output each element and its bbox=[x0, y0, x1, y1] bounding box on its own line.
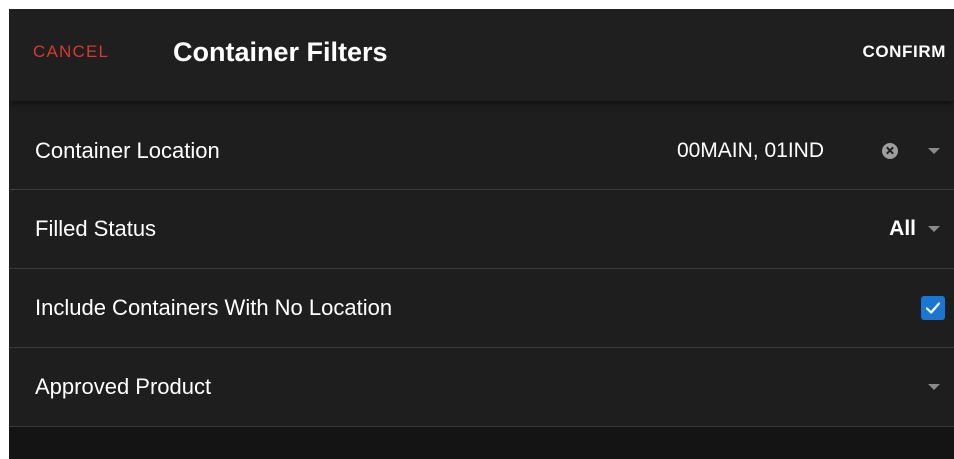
dialog-title: Container Filters bbox=[173, 37, 388, 67]
filled-status-value[interactable]: All bbox=[889, 217, 916, 241]
include-no-location-label: Include Containers With No Location bbox=[35, 295, 393, 320]
filter-row-container-location[interactable]: Container Location 00MAIN, 01IND bbox=[9, 112, 954, 190]
checkmark-icon bbox=[925, 302, 941, 314]
filter-row-include-no-location[interactable]: Include Containers With No Location bbox=[9, 269, 954, 348]
clear-circle-icon[interactable] bbox=[882, 142, 898, 159]
filled-status-label: Filled Status bbox=[35, 216, 157, 241]
container-location-label: Container Location bbox=[35, 137, 220, 163]
chevron-down-icon[interactable] bbox=[928, 147, 940, 154]
filter-row-filled-status[interactable]: Filled Status All bbox=[9, 190, 954, 269]
chevron-down-icon[interactable] bbox=[928, 384, 940, 390]
chevron-down-icon[interactable] bbox=[928, 226, 940, 232]
include-no-location-checkbox[interactable] bbox=[921, 296, 945, 320]
container-location-value[interactable]: 00MAIN, 01IND bbox=[677, 139, 824, 163]
dialog-footer-strip bbox=[9, 427, 954, 459]
container-filters-dialog: CANCEL Container Filters CONFIRM Contain… bbox=[9, 9, 954, 459]
dialog-header: CANCEL Container Filters CONFIRM bbox=[9, 9, 954, 101]
filter-row-approved-product[interactable]: Approved Product bbox=[9, 348, 954, 427]
confirm-button[interactable]: CONFIRM bbox=[862, 42, 946, 62]
cancel-button[interactable]: CANCEL bbox=[33, 42, 109, 62]
approved-product-label: Approved Product bbox=[35, 374, 212, 399]
